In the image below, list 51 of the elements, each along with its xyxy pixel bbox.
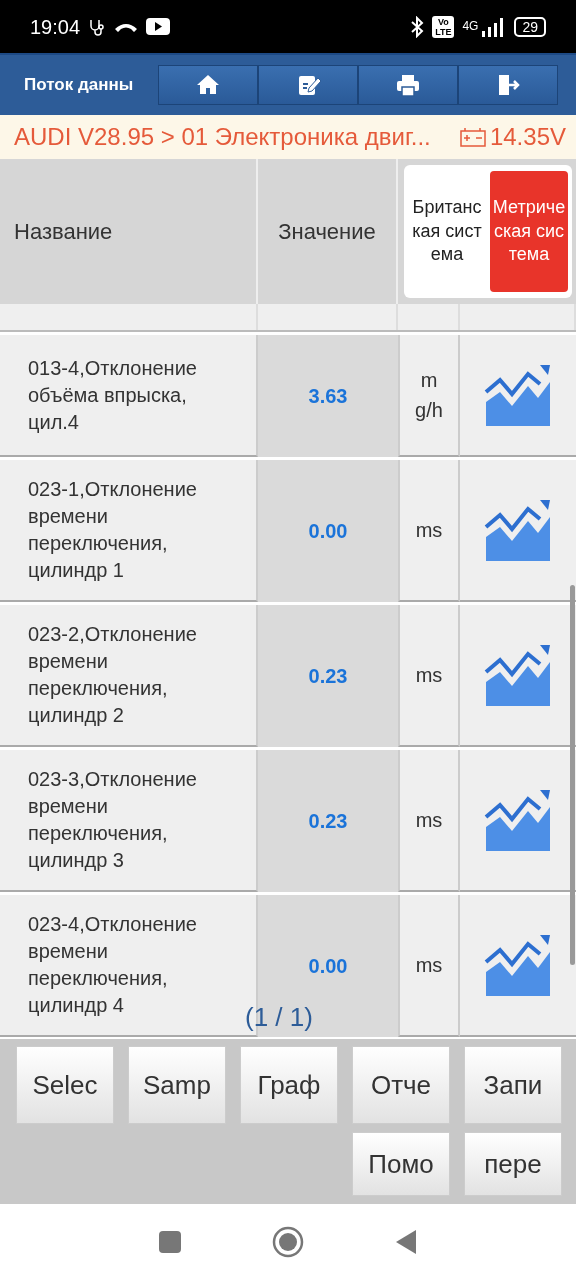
page-indicator: (1 / 1) xyxy=(245,1001,313,1034)
function-button[interactable]: Samp xyxy=(128,1046,226,1124)
scrollbar[interactable] xyxy=(570,585,575,965)
function-button[interactable]: Запи xyxy=(464,1046,562,1124)
recents-icon[interactable] xyxy=(158,1229,182,1254)
parameter-name: 023-3,Отклонение времени переключения, цилиндр 3 xyxy=(28,767,198,873)
print-button[interactable] xyxy=(358,65,458,105)
column-header: Название xyxy=(14,218,113,246)
parameter-name: 023-4,Отклонение времени переключения, цилиндр 4 xyxy=(28,912,198,1018)
volte-badge: Vo LTE xyxy=(432,15,455,38)
edit-button[interactable] xyxy=(258,65,358,105)
clock-text: 19:04 xyxy=(30,14,81,40)
unit-text: ms xyxy=(414,808,444,833)
function-button[interactable]: Selec xyxy=(16,1046,114,1124)
function-button[interactable]: Граф xyxy=(240,1046,338,1124)
battery-indicator: 29 xyxy=(514,16,546,37)
home-button[interactable] xyxy=(158,65,258,105)
exit-button[interactable] xyxy=(458,65,558,105)
chart-icon xyxy=(484,787,552,853)
voltage-text: 14.35V xyxy=(489,122,566,152)
chart-icon xyxy=(484,932,552,998)
network-text: 4G xyxy=(462,17,479,35)
parameter-name: 023-2,Отклонение времени переключения, цилиндр 2 xyxy=(28,622,198,728)
screen-title: Поток данны xyxy=(23,74,135,97)
back-icon[interactable] xyxy=(394,1228,418,1255)
unit-text: ms xyxy=(414,953,444,978)
unit-text: ms xyxy=(414,518,444,543)
battery-icon xyxy=(459,127,486,147)
breadcrumb-text: AUDI V28.95 > 01 Электроника двиг... xyxy=(14,122,431,152)
parameter-name: 013-4,Отклонение объёма впрыска, цил.4 xyxy=(28,355,198,435)
column-header: Значение xyxy=(278,218,376,246)
parameter-value: 0.23 xyxy=(308,809,348,834)
unit-option[interactable]: Метрическая система xyxy=(490,171,568,292)
chart-icon xyxy=(484,497,552,563)
parameter-value: 0.00 xyxy=(308,954,348,979)
function-button[interactable]: Отче xyxy=(352,1046,450,1124)
function-button[interactable]: Помо xyxy=(352,1132,450,1196)
chart-icon xyxy=(484,642,552,708)
unit-text: mg/h xyxy=(414,368,444,423)
bluetooth-icon xyxy=(410,15,425,38)
chart-icon xyxy=(484,362,552,428)
parameter-name: 023-1,Отклонение времени переключения, цилиндр 1 xyxy=(28,477,198,583)
home-icon[interactable] xyxy=(272,1225,304,1258)
parameter-value: 0.00 xyxy=(308,519,348,544)
stethoscope-icon xyxy=(88,17,107,36)
function-button[interactable]: пере xyxy=(464,1132,562,1196)
parameter-value: 3.63 xyxy=(308,384,348,409)
print-icon xyxy=(395,72,421,98)
play-icon xyxy=(146,18,171,35)
parameter-value: 0.23 xyxy=(308,664,348,689)
unit-text: ms xyxy=(414,663,444,688)
